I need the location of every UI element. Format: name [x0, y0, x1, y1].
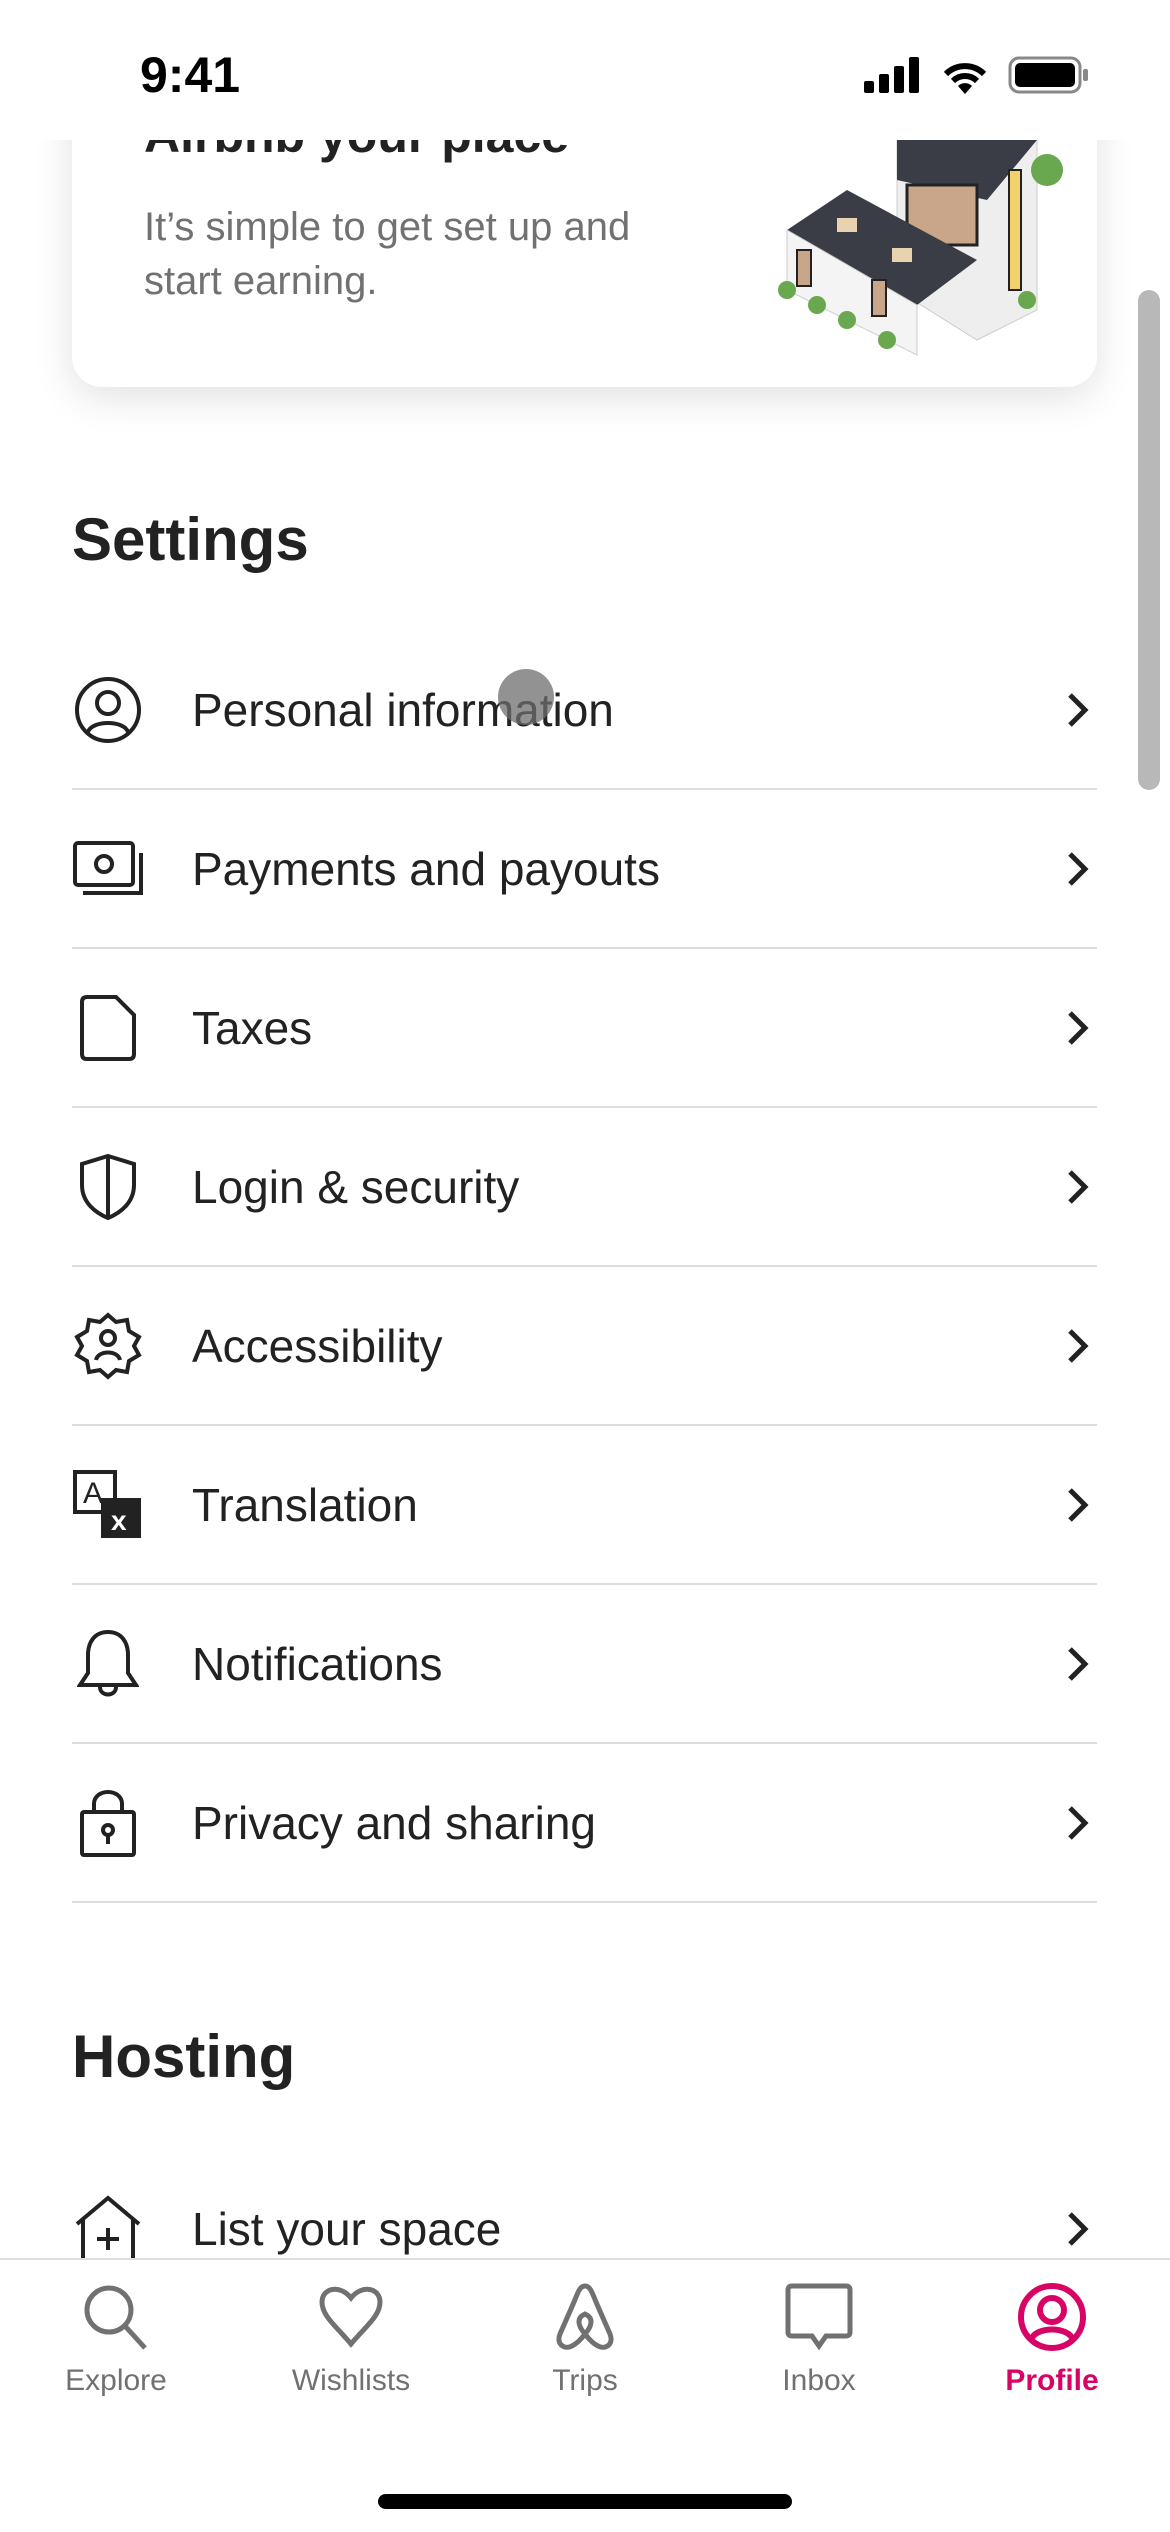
chevron-right-icon — [1068, 1646, 1089, 1681]
airbnb-logo-icon — [556, 2283, 614, 2350]
settings-item-label: Taxes — [192, 1001, 313, 1054]
chevron-right-icon — [1068, 692, 1089, 727]
house-plus-icon — [72, 2193, 144, 2265]
tab-trips[interactable]: Trips — [485, 2282, 685, 2398]
chevron-right-icon — [1068, 2211, 1089, 2246]
profile-icon — [1018, 2283, 1086, 2351]
settings-item-translation[interactable]: Ax Translation — [72, 1426, 1097, 1585]
document-icon — [72, 992, 144, 1064]
chevron-right-icon — [1068, 1805, 1089, 1840]
scrollbar[interactable] — [1138, 290, 1160, 790]
hosting-heading: Hosting — [72, 2023, 296, 2090]
settings-item-label: Accessibility — [192, 1319, 443, 1372]
svg-text:A: A — [83, 1477, 103, 1510]
settings-item-taxes[interactable]: Taxes — [72, 949, 1097, 1108]
settings-item-accessibility[interactable]: Accessibility — [72, 1267, 1097, 1426]
message-icon — [785, 2283, 853, 2351]
chevron-right-icon — [1068, 1328, 1089, 1363]
tab-label: Wishlists — [291, 2364, 411, 2397]
touch-indicator — [498, 669, 554, 725]
battery-icon — [1008, 56, 1088, 94]
settings-item-privacy[interactable]: Privacy and sharing — [72, 1744, 1097, 1903]
settings-item-label: Privacy and sharing — [192, 1796, 596, 1849]
home-indicator[interactable] — [378, 2494, 792, 2509]
settings-heading: Settings — [72, 506, 309, 573]
settings-item-notifications[interactable]: Notifications — [72, 1585, 1097, 1744]
chevron-right-icon — [1068, 1487, 1089, 1522]
signal-icon — [864, 57, 919, 93]
tab-profile[interactable]: Profile — [952, 2282, 1152, 2398]
chevron-right-icon — [1068, 851, 1089, 886]
tab-explore[interactable]: Explore — [16, 2282, 216, 2398]
settings-item-login-security[interactable]: Login & security — [72, 1108, 1097, 1267]
settings-item-payments[interactable]: Payments and payouts — [72, 790, 1097, 949]
chevron-right-icon — [1068, 1010, 1089, 1045]
promo-subtitle: It’s simple to get set up and start earn… — [144, 205, 631, 303]
search-icon — [84, 2285, 147, 2350]
tab-label: Trips — [552, 2364, 618, 2397]
status-time: 9:41 — [140, 47, 241, 103]
settings-item-label: List your space — [192, 2202, 502, 2255]
house-illustration — [778, 140, 1063, 356]
status-bar: 9:41 — [0, 0, 1170, 140]
accessibility-gear-icon — [72, 1310, 144, 1382]
settings-item-label: Payments and payouts — [192, 842, 660, 895]
svg-text:x: x — [111, 1505, 127, 1536]
settings-item-label: Translation — [192, 1478, 418, 1531]
wifi-icon — [943, 63, 987, 94]
tab-label: Profile — [1005, 2364, 1099, 2397]
tab-label: Explore — [65, 2364, 167, 2397]
heart-icon — [319, 2286, 383, 2348]
bell-icon — [72, 1628, 144, 1700]
settings-item-personal-information[interactable]: Personal information — [72, 631, 1097, 790]
settings-item-label: Login & security — [192, 1160, 520, 1213]
tab-label: Inbox — [782, 2364, 856, 2397]
payments-icon — [72, 833, 144, 905]
lock-icon — [72, 1787, 144, 1859]
translate-icon: Ax — [72, 1469, 144, 1541]
settings-item-label: Notifications — [192, 1637, 443, 1690]
chevron-right-icon — [1068, 1169, 1089, 1204]
tab-inbox[interactable]: Inbox — [719, 2282, 919, 2398]
user-circle-icon — [72, 674, 144, 746]
tab-bar: Explore Wishlists Trips Inbox Profile — [0, 2258, 1170, 2532]
tab-wishlists[interactable]: Wishlists — [251, 2282, 451, 2398]
shield-icon — [72, 1151, 144, 1223]
settings-item-label: Personal information — [192, 683, 614, 736]
